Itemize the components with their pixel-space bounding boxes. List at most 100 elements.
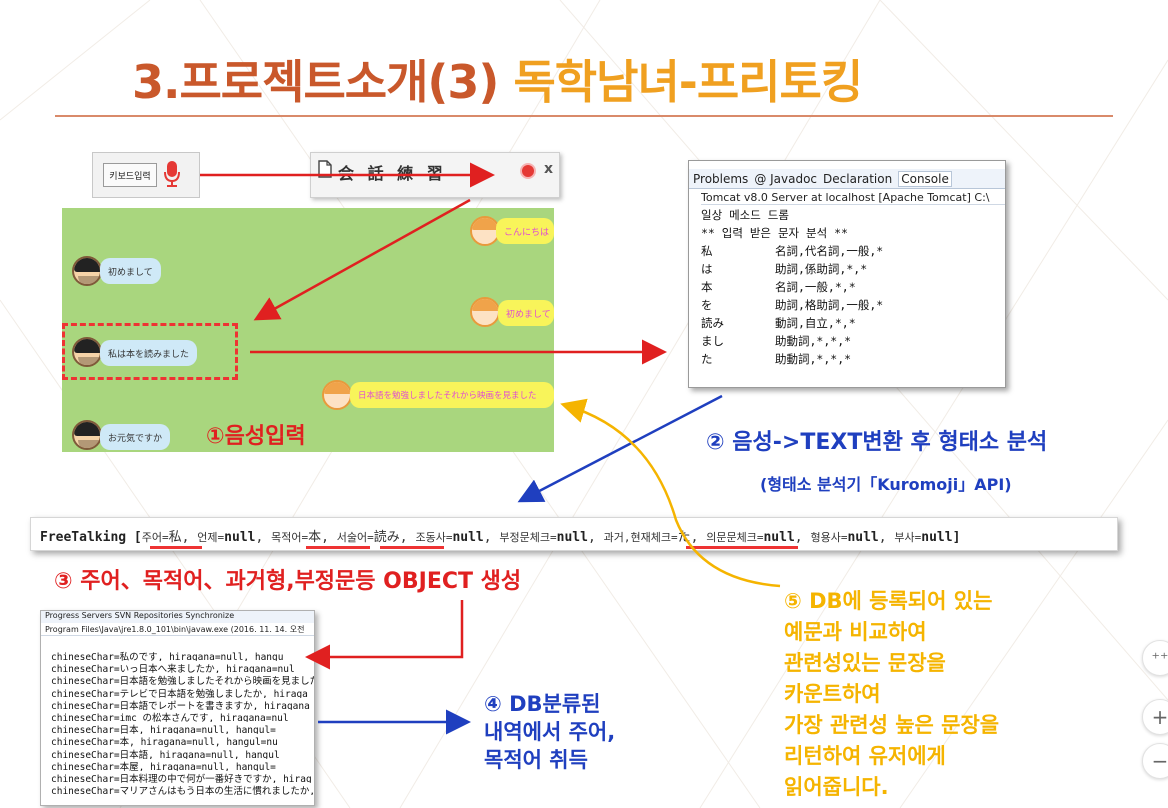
tab-console[interactable]: Console (898, 170, 952, 187)
step2-sublabel: (형태소 분석기「Kuromoji」API) (760, 475, 1012, 494)
highlight-underline (306, 546, 370, 549)
token-info: 助動詞,*,*,* (775, 334, 852, 348)
console-tabs: Problems @ Javadoc Declaration Console (689, 169, 1005, 189)
db-line: chineseChar=私のです, hiragana=null, hangu (51, 652, 284, 662)
avatar (72, 420, 102, 450)
db-path: Program Files\Java\jre1.8.0_101\bin\java… (41, 624, 314, 636)
db-line: chineseChar=本屋, hiragana=null, hangul= (51, 761, 276, 771)
field-value: null (763, 530, 795, 545)
chat-message: 日本語を勉強しましたそれから映画を見ました (350, 382, 554, 408)
console-server-line: Tomcat v8.0 Server at localhost [Apache … (701, 191, 1005, 205)
title-part2: 독학남녀-프리토킹 (513, 55, 863, 109)
page-title: 3.프로젝트소개(3) 독학남녀-프리토킹 (132, 46, 863, 112)
db-output: chineseChar=私のです, hiragana=null, hangu c… (51, 649, 315, 796)
token-info: 助詞,係助詞,*,* (775, 262, 868, 276)
console-row: まし 助動詞,*,*,* (701, 333, 1001, 351)
db-line: chineseChar=日本語, hiragana=null, hangul (51, 749, 280, 759)
document-icon (318, 160, 332, 178)
field-value: null (847, 530, 879, 545)
field-value: 私 (168, 530, 182, 545)
field-key: 의문문체크= (706, 531, 764, 544)
tab-problems[interactable]: Problems (693, 172, 748, 186)
chat-message: こんにちは (496, 218, 554, 244)
token-word: 本 (701, 280, 713, 294)
field-key: 목적어= (271, 531, 309, 544)
avatar (322, 380, 352, 410)
step4-line: ④ DB분류된 (484, 692, 601, 716)
step5-line: 읽어줍니다. (784, 775, 889, 799)
field-key: 서술어= (336, 531, 374, 544)
token-info: 名詞,代名詞,一般,* (775, 244, 884, 258)
step5-label: ⑤ DB에 등록되어 있는 예문과 비교하여 관련성있는 문장을 카운트하여 가… (784, 586, 999, 803)
token-word: は (701, 262, 713, 276)
token-word: た (701, 352, 713, 366)
field-value: null (556, 530, 588, 545)
console-window: Problems @ Javadoc Declaration Console T… (688, 160, 1006, 388)
console-row: た 助動詞,*,*,* (701, 351, 1001, 369)
step5-line: 카운트하여 (784, 682, 881, 706)
db-result-window: Progress Servers SVN Repositories Synchr… (40, 610, 315, 806)
token-info: 名詞,一般,*,* (775, 280, 856, 294)
title-part1: 3.프로젝트소개(3) (132, 55, 499, 109)
field-key: 과거,현재체크= (603, 531, 678, 544)
field-value: null (224, 530, 256, 545)
token-word: を (701, 298, 713, 312)
tab-javadoc[interactable]: @ Javadoc (754, 172, 817, 186)
highlight-underline (150, 546, 202, 549)
avatar (72, 256, 102, 286)
db-line: chineseChar=本, hiragana=null, hangul=nu (51, 737, 278, 747)
db-line: chineseChar=いっ日本へ来ましたか, hiragana=nul (51, 664, 295, 674)
freetalk-object-text: FreeTalking [주어=私, 언제=null, 목적어=本, 서술어=読… (40, 530, 961, 545)
field-value: 読み (373, 530, 400, 545)
keyboard-input-button[interactable]: 키보드입력 (103, 163, 157, 187)
step4-line: 내역에서 주어, (484, 720, 616, 744)
field-value: た (677, 530, 691, 545)
field-value: 本 (308, 530, 322, 545)
db-line: chineseChar=日本, hiragana=null, hangul= (51, 725, 276, 735)
db-line: chineseChar=日本料理の中で何が一番好きですか, hirag (51, 773, 312, 784)
token-info: 助動詞,*,*,* (775, 352, 852, 366)
console-row: 本 名詞,一般,*,* (701, 279, 1001, 297)
field-key: 부정문체크= (499, 531, 557, 544)
chat-message: 初めまして (100, 258, 161, 284)
close-button[interactable]: x (544, 161, 553, 177)
db-line: chineseChar=imc の松本さんです, hiragana=nul (51, 712, 289, 723)
step5-line: 예문과 비교하여 (784, 620, 927, 644)
console-row: 私 名詞,代名詞,一般,* (701, 243, 1001, 261)
console-row: 読み 動詞,自立,*,* (701, 315, 1001, 333)
step2-label: ② 음성->TEXT변환 후 형태소 분석 (706, 430, 1048, 455)
token-info: 助詞,格助詞,一般,* (775, 298, 884, 312)
field-key: 조동사= (415, 531, 453, 544)
step5-line: ⑤ DB에 등록되어 있는 (784, 589, 993, 613)
token-word: 私 (701, 244, 713, 258)
chat-message: 初めまして (498, 300, 554, 326)
title-divider (55, 115, 1113, 117)
token-word: 読み (701, 316, 724, 330)
record-icon[interactable] (520, 163, 536, 179)
step1-label: ①음성입력 (206, 424, 306, 449)
console-line: 일상 메소드 드롬 (701, 208, 789, 222)
step5-line: 리턴하여 유저에게 (784, 744, 946, 768)
token-word: まし (701, 334, 724, 348)
step4-label: ④ DB분류된 내역에서 주어, 목적어 취득 (484, 690, 615, 774)
field-key: 언제= (197, 531, 225, 544)
tab-declaration[interactable]: Declaration (823, 172, 892, 186)
field-value: null (452, 530, 484, 545)
field-value: null] (921, 530, 961, 545)
db-tabs[interactable]: Progress Servers SVN Repositories Synchr… (41, 611, 314, 623)
db-line: chineseChar=日本語でレポートを書きますか, hiragana (51, 700, 310, 710)
field-key: 부사= (894, 531, 922, 544)
chat-message: お元気ですか (100, 424, 171, 450)
console-output: 일상 메소드 드롬 ** 입력 받은 문자 분석 ** 私 名詞,代名詞,一般,*… (701, 207, 1001, 369)
console-row: は 助詞,係助詞,*,* (701, 261, 1001, 279)
microphone-icon[interactable] (163, 160, 181, 188)
db-line: chineseChar=日本語を勉強しましたそれから映画を見ました, (51, 676, 315, 686)
console-row: を 助詞,格助詞,一般,* (701, 297, 1001, 315)
step4-line: 목적어 취득 (484, 748, 588, 772)
token-info: 動詞,自立,*,* (775, 316, 856, 330)
db-line: chineseChar=マリアさんはもう日本の生活に慣れましたか, (51, 786, 315, 796)
console-line: ** 입력 받은 문자 분석 ** (701, 226, 848, 240)
field-key: 주어= (141, 531, 169, 544)
highlight-underline (686, 546, 798, 549)
step5-line: 가장 관련성 높은 문장을 (784, 713, 1000, 737)
